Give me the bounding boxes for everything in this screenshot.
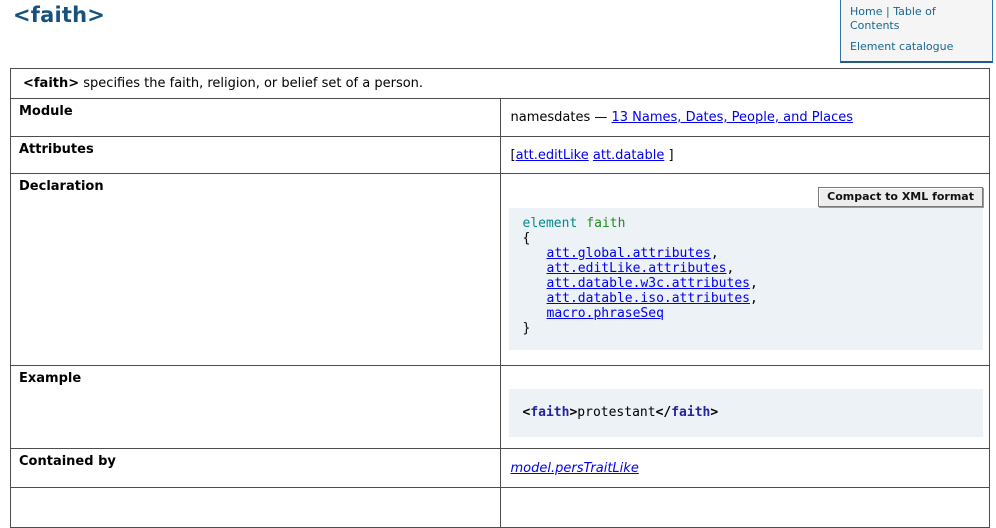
attributes-value: [att.editLike att.datable ] xyxy=(500,137,990,174)
table-row-description: <faith> specifies the faith, religion, o… xyxy=(11,69,990,99)
partial-row-value-cell xyxy=(500,488,990,528)
code-line: att.global.attributes, xyxy=(523,246,972,261)
element-spec-table: <faith> specifies the faith, religion, o… xyxy=(10,68,990,528)
nav-line-bottom: Element catalogue xyxy=(850,40,984,54)
table-row-module: Module namesdates — 13 Names, Dates, Peo… xyxy=(11,99,990,137)
table-row-partial xyxy=(11,488,990,528)
code-open-brace: { xyxy=(523,231,972,246)
table-row-declaration: Declaration Compact to XML format elemen… xyxy=(11,174,990,366)
code-suffix: , xyxy=(750,276,758,291)
table-row-contained-by: Contained by model.persTraitLike xyxy=(11,449,990,488)
compact-to-xml-button[interactable]: Compact to XML format xyxy=(818,187,983,207)
code-line: att.editLike.attributes, xyxy=(523,261,972,276)
xml-text-content: protestant xyxy=(577,405,655,420)
code-link-att-global-attributes[interactable]: att.global.attributes xyxy=(547,246,711,261)
description-text: specifies the faith, religion, or belief… xyxy=(79,76,423,91)
attributes-close-bracket: ] xyxy=(668,148,673,163)
code-element-name: faith xyxy=(586,216,625,231)
code-link-att-datable-iso-attributes[interactable]: att.datable.iso.attributes xyxy=(547,291,751,306)
description-cell: <faith> specifies the faith, religion, o… xyxy=(11,69,990,99)
contained-by-value: model.persTraitLike xyxy=(500,449,990,488)
module-value: namesdates — 13 Names, Dates, People, an… xyxy=(500,99,990,137)
declaration-value: Compact to XML format element faith { att… xyxy=(500,174,990,366)
code-link-att-editlike-attributes[interactable]: att.editLike.attributes xyxy=(547,261,727,276)
code-line: att.datable.w3c.attributes, xyxy=(523,276,972,291)
nav-separator: | xyxy=(886,5,890,18)
declaration-toolbar: Compact to XML format xyxy=(508,187,984,208)
attribute-link-att-datable[interactable]: att.datable xyxy=(593,148,664,163)
example-code-block: <faith>protestant</faith> xyxy=(509,389,984,437)
declaration-code-block: element faith { att.global.attributes, at… xyxy=(509,208,984,350)
module-name: namesdates — xyxy=(511,110,612,125)
code-close-brace: } xyxy=(523,321,972,336)
nav-link-home[interactable]: Home xyxy=(850,5,882,18)
table-row-attributes: Attributes [att.editLike att.datable ] xyxy=(11,137,990,174)
contained-by-label: Contained by xyxy=(11,449,501,488)
attribute-link-att-editlike[interactable]: att.editLike xyxy=(516,148,589,163)
code-link-macro-phraseseq[interactable]: macro.phraseSeq xyxy=(547,306,664,321)
module-label: Module xyxy=(11,99,501,137)
example-label: Example xyxy=(11,366,501,449)
code-suffix: , xyxy=(727,261,735,276)
code-suffix: , xyxy=(711,246,719,261)
nav-link-element-catalogue[interactable]: Element catalogue xyxy=(850,40,953,53)
declaration-label: Declaration xyxy=(11,174,501,366)
description-tag: <faith> xyxy=(23,76,79,91)
code-line: att.datable.iso.attributes, xyxy=(523,291,972,306)
xml-end-open-bracket: </ xyxy=(656,405,672,420)
code-line: macro.phraseSeq xyxy=(523,306,972,321)
contained-by-link-model-perstraitlike[interactable]: model.persTraitLike xyxy=(511,461,639,476)
code-link-att-datable-w3c-attributes[interactable]: att.datable.w3c.attributes xyxy=(547,276,751,291)
example-value: <faith>protestant</faith> xyxy=(500,366,990,449)
page-title: <faith> xyxy=(13,3,105,27)
code-line: element faith xyxy=(523,216,972,231)
xml-end-close-bracket: > xyxy=(710,405,718,420)
partial-row-label-cell xyxy=(11,488,501,528)
code-keyword: element xyxy=(523,216,578,231)
attributes-label: Attributes xyxy=(11,137,501,174)
table-row-example: Example <faith>protestant</faith> xyxy=(11,366,990,449)
xml-end-tag-name: faith xyxy=(671,405,710,420)
module-chapter-link[interactable]: 13 Names, Dates, People, and Places xyxy=(612,110,854,125)
nav-box: Home | Table of Contents Element catalog… xyxy=(840,0,993,63)
xml-tag-name: faith xyxy=(530,405,569,420)
code-suffix: , xyxy=(750,291,758,306)
nav-line-top: Home | Table of Contents xyxy=(850,5,984,33)
